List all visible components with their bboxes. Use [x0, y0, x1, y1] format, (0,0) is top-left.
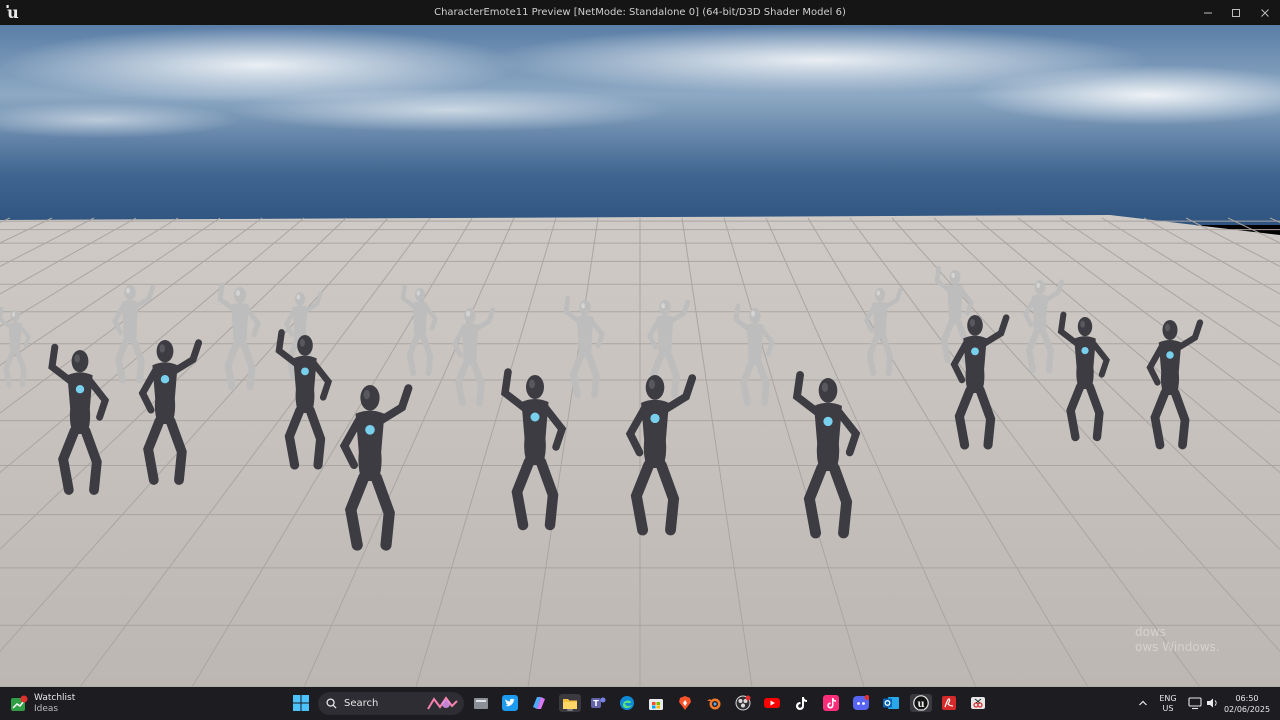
- taskbar-app-outlook[interactable]: [882, 694, 900, 712]
- window-title: CharacterEmote11 Preview [NetMode: Stand…: [434, 7, 846, 18]
- show-hidden-icons-button[interactable]: [1134, 694, 1152, 712]
- keyboard-layout: US: [1162, 703, 1174, 713]
- widgets-button[interactable]: Watchlist Ideas: [10, 691, 75, 717]
- acrobat-icon: [942, 696, 956, 710]
- maximize-icon: [1232, 8, 1240, 17]
- taskbar-app-unreal[interactable]: u: [910, 694, 932, 712]
- taskbar-search-input[interactable]: Search: [318, 692, 464, 715]
- taskbar-app-copilot[interactable]: [530, 694, 548, 712]
- taskbar-app-blender[interactable]: [705, 694, 723, 712]
- taskbar-app-obs[interactable]: [734, 694, 752, 712]
- widget-title: Watchlist: [34, 693, 76, 703]
- copilot-icon: [533, 697, 545, 709]
- speaker-icon: [1207, 698, 1217, 708]
- obs-icon: [735, 695, 751, 711]
- taskbar-app-discord[interactable]: [852, 694, 870, 712]
- taskbar-app-teams[interactable]: T: [589, 694, 607, 712]
- windows-taskbar: Watchlist Ideas Search T u ENG US 06:50 …: [0, 687, 1280, 720]
- search-highlight-icon: [427, 695, 458, 710]
- active-indicator: [567, 709, 573, 711]
- tiktok-icon: [796, 697, 807, 710]
- snip-icon: [971, 697, 985, 709]
- watermark-line-1: dows: [1135, 625, 1167, 639]
- taskbar-app-files[interactable]: [472, 694, 490, 712]
- maximize-button[interactable]: [1221, 0, 1251, 25]
- discord-icon: [853, 695, 869, 710]
- search-placeholder: Search: [344, 698, 379, 709]
- blender-icon: [707, 698, 721, 710]
- window-titlebar: u CharacterEmote11 Preview [NetMode: Sta…: [0, 0, 1280, 25]
- clock-time: 06:50: [1235, 693, 1259, 703]
- outlook-icon: [883, 697, 899, 709]
- clock-date: 02/06/2025: [1223, 704, 1271, 714]
- taskbar-app-tiktok[interactable]: [792, 694, 810, 712]
- taskbar-app-youtube[interactable]: [763, 694, 781, 712]
- svg-text:T: T: [593, 699, 599, 708]
- search-icon: [326, 698, 337, 709]
- close-icon: [1261, 8, 1269, 17]
- minimize-button[interactable]: [1193, 0, 1223, 25]
- widget-subtitle: Ideas: [34, 704, 59, 714]
- taskbar-app-brave[interactable]: [676, 694, 694, 712]
- input-language-indicator[interactable]: ENG US: [1154, 687, 1182, 720]
- stock-chart-icon: [10, 695, 28, 713]
- minimize-icon: [1204, 12, 1212, 13]
- file-manager-icon: [474, 698, 488, 709]
- store-icon: [649, 699, 663, 710]
- youtube-icon: [764, 698, 780, 708]
- chevron-up-icon: [1139, 700, 1147, 706]
- taskbar-app-snip[interactable]: [969, 694, 987, 712]
- edge-icon: [620, 696, 634, 710]
- teams-icon: T: [591, 697, 606, 708]
- language-code: ENG: [1159, 693, 1177, 703]
- game-viewport[interactable]: dows ows Windows.: [0, 25, 1280, 687]
- activate-windows-watermark: dows ows Windows.: [1135, 625, 1220, 655]
- watermark-line-2: ows Windows.: [1135, 640, 1220, 654]
- twitter-icon: [502, 695, 518, 711]
- taskbar-app-twitter[interactable]: [501, 694, 519, 712]
- active-indicator: [918, 709, 924, 711]
- taskbar-app-store[interactable]: [647, 694, 665, 712]
- taskbar-app-explorer[interactable]: [559, 694, 581, 712]
- brave-icon: [679, 696, 691, 710]
- display-icon: [1188, 697, 1202, 710]
- volume-button[interactable]: [1203, 694, 1221, 712]
- close-button[interactable]: [1250, 0, 1280, 25]
- tiktok-alt-icon: [823, 695, 839, 711]
- start-button[interactable]: [292, 694, 310, 712]
- start-icon: [293, 695, 309, 711]
- taskbar-app-acrobat[interactable]: [940, 694, 958, 712]
- taskbar-app-edge[interactable]: [618, 694, 636, 712]
- scene-render: [0, 25, 1280, 687]
- system-clock[interactable]: 06:50 02/06/2025: [1222, 687, 1272, 720]
- taskbar-app-tiktok-alt[interactable]: [822, 694, 840, 712]
- network-status-button[interactable]: [1186, 694, 1204, 712]
